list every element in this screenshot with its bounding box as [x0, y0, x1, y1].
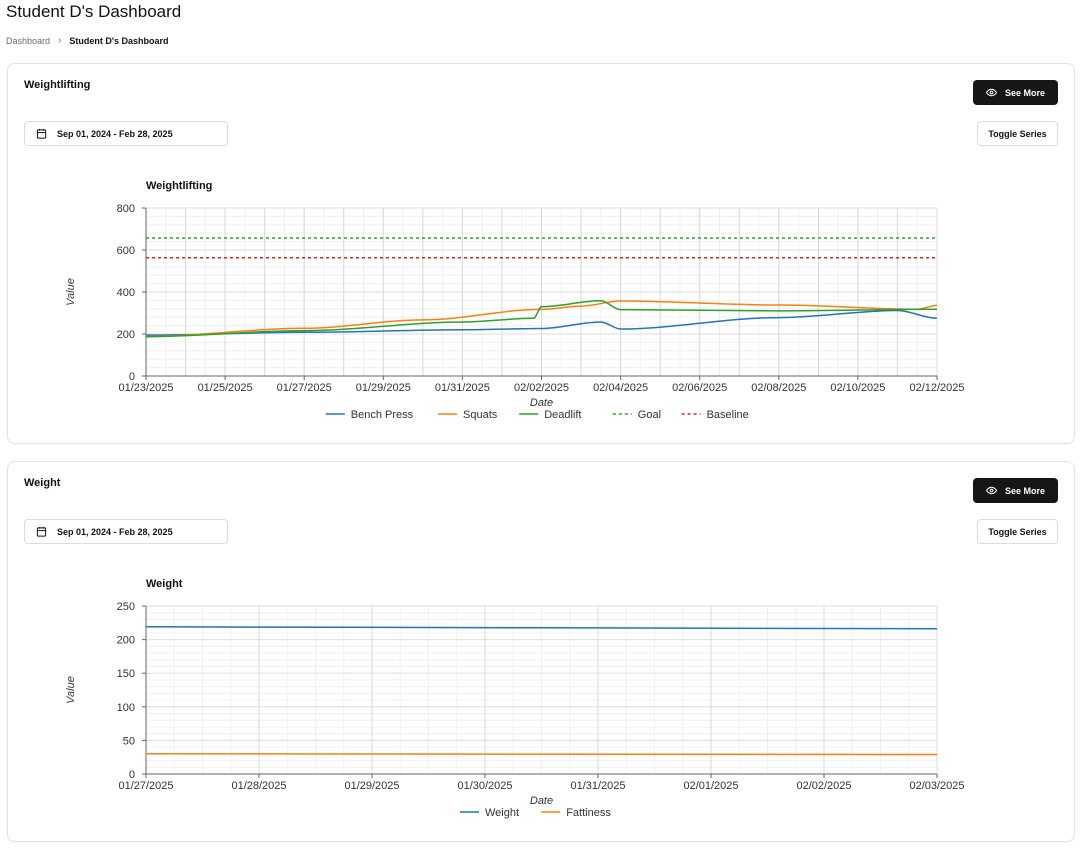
- x-tick-label: 02/12/2025: [909, 382, 964, 394]
- legend-label: Deadlift: [544, 409, 581, 421]
- x-tick-label: 01/31/2025: [570, 780, 625, 792]
- legend-label: Baseline: [707, 409, 749, 421]
- weightlifting-chart: Weightlifting020040060080001/23/2025 01/2…: [65, 180, 965, 421]
- x-tick-label: 02/01/2025: [683, 780, 738, 792]
- y-axis-label: Value: [65, 676, 77, 704]
- y-tick-label: 800: [117, 203, 135, 215]
- legend-item-baseline: Baseline: [681, 409, 749, 421]
- x-tick-label: 01/30/2025: [457, 780, 512, 792]
- legend-item-deadlift: Deadlift: [519, 409, 581, 421]
- y-tick-label: 50: [123, 735, 135, 747]
- chart-title: Weightlifting: [146, 180, 212, 192]
- x-tick-label: 01/29/2025: [356, 382, 411, 394]
- weight-chart: Weight05010015020025001/27/2025 01/28/202…: [65, 578, 965, 819]
- x-tick-label: 01/23/2025: [118, 382, 173, 394]
- page-title: Student D's Dashboard: [6, 2, 182, 21]
- legend-label: Goal: [638, 409, 661, 421]
- x-axis-label: Date: [530, 795, 553, 807]
- breadcrumb-current: Student D's Dashboard: [69, 35, 169, 46]
- weightlifting-card: Weightlifting See More Sep 01, 2024 - Fe…: [7, 63, 1075, 444]
- y-tick-label: 150: [117, 668, 135, 680]
- y-axis-label: Value: [65, 278, 77, 306]
- breadcrumb-dashboard-link[interactable]: Dashboard: [6, 36, 50, 46]
- breadcrumb: Dashboard › Student D's Dashboard: [6, 35, 169, 46]
- chart-title: Weight: [146, 578, 183, 590]
- x-tick-label: 01/27/2025: [277, 382, 332, 394]
- x-tick-label: 01/25/2025: [198, 382, 253, 394]
- legend-item-goal: Goal: [612, 409, 661, 421]
- y-tick-label: 100: [117, 702, 135, 714]
- x-tick-label: 01/28/2025: [231, 780, 286, 792]
- x-tick-label: 02/03/2025: [909, 780, 964, 792]
- legend-item-squats: Squats: [438, 409, 498, 421]
- x-tick-label: 01/27/2025: [118, 780, 173, 792]
- x-tick-label: 02/02/2025: [796, 780, 851, 792]
- y-tick-label: 250: [117, 601, 135, 613]
- legend-label: Squats: [463, 409, 498, 421]
- legend-label: Fattiness: [566, 807, 611, 819]
- y-tick-label: 600: [117, 245, 135, 257]
- y-tick-label: 200: [117, 329, 135, 341]
- x-axis-label: Date: [530, 397, 553, 409]
- y-tick-label: 400: [117, 287, 135, 299]
- x-tick-label: 01/29/2025: [344, 780, 399, 792]
- x-tick-label: 02/02/2025: [514, 382, 569, 394]
- legend-item-fattiness: Fattiness: [541, 807, 611, 819]
- x-tick-label: 02/10/2025: [830, 382, 885, 394]
- x-tick-label: 02/04/2025: [593, 382, 648, 394]
- series-line-weight: [145, 626, 938, 630]
- y-tick-label: 200: [117, 635, 135, 647]
- legend-item-weight: Weight: [460, 807, 519, 819]
- legend-label: Weight: [485, 807, 519, 819]
- series-line-fattiness: [145, 753, 938, 756]
- weight-card: Weight See More Sep 01, 2024 - Feb 28, 2…: [7, 461, 1075, 842]
- legend-label: Bench Press: [351, 409, 414, 421]
- x-tick-label: 02/08/2025: [751, 382, 806, 394]
- legend-item-bench-press: Bench Press: [325, 409, 414, 421]
- chevron-right-icon: ›: [58, 35, 62, 46]
- x-tick-label: 01/31/2025: [435, 382, 490, 394]
- x-tick-label: 02/06/2025: [672, 382, 727, 394]
